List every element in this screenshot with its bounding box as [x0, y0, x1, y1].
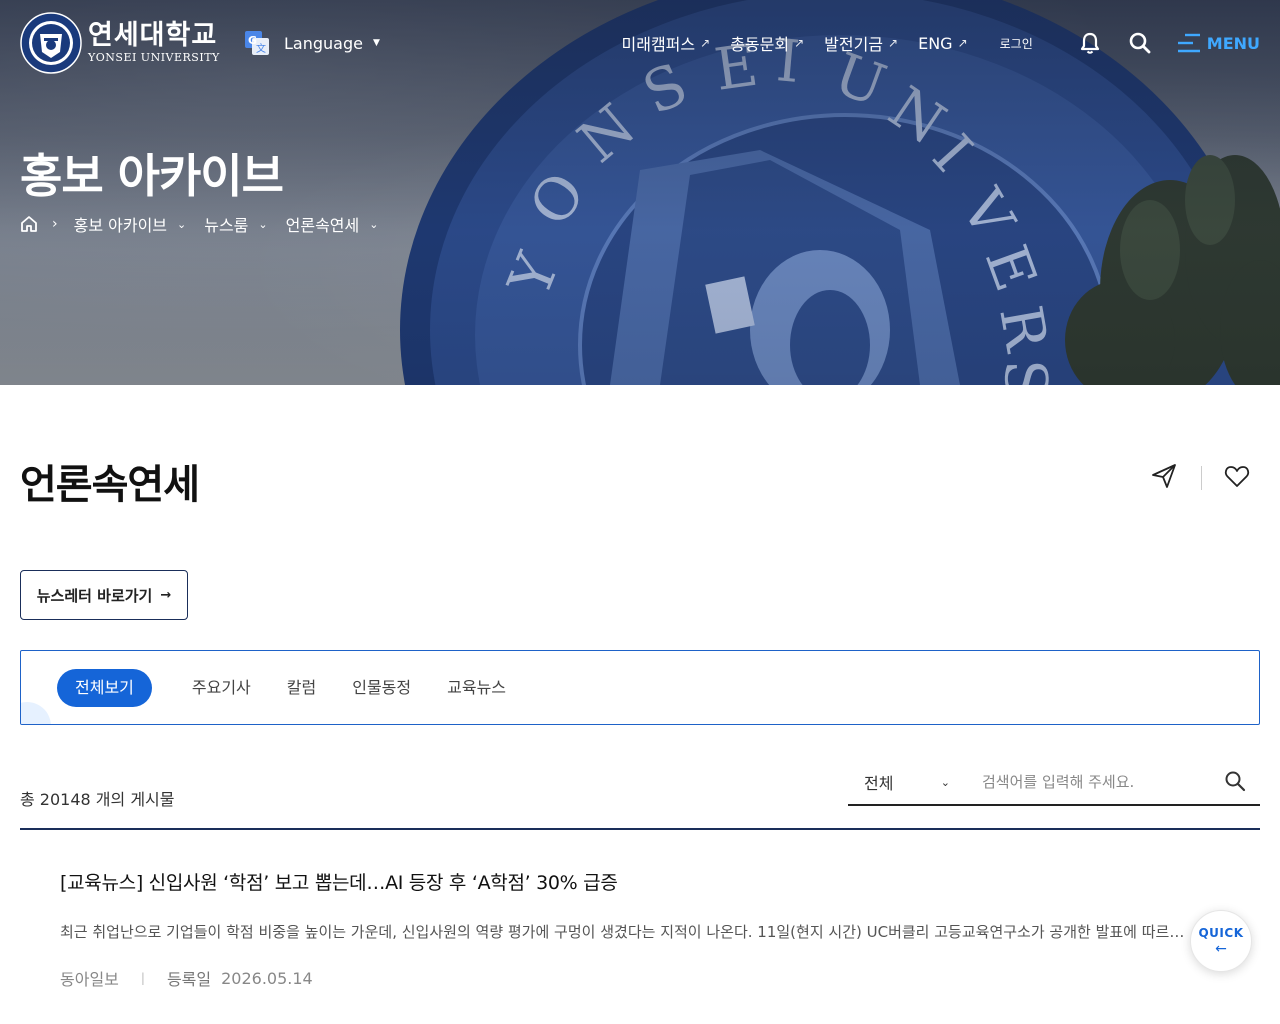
language-selector[interactable]: G 文 Language ▼	[244, 30, 380, 56]
search-category-value: 전체	[864, 774, 894, 793]
search-category-select[interactable]: 전체 ⌄	[848, 760, 968, 806]
quick-menu-button[interactable]: QUICK ←	[1190, 910, 1252, 972]
bell-icon[interactable]	[1077, 30, 1103, 56]
chevron-down-icon: ⌄	[258, 217, 268, 231]
svg-text:文: 文	[256, 42, 266, 55]
breadcrumb-item-archive[interactable]: 홍보 아카이브 ⌄	[74, 212, 187, 236]
tabs-decoration	[21, 702, 51, 724]
post-count: 총 20148 개의 게시물	[20, 790, 175, 809]
chevron-down-icon: ⌄	[177, 217, 187, 231]
page-title: 언론속연세	[20, 462, 200, 508]
nav-link-label: 미래캠퍼스	[621, 35, 696, 54]
category-tabs: 전체보기 주요기사 칼럼 인물동정 교육뉴스	[20, 650, 1260, 725]
nav-link-label: ENG	[918, 33, 953, 53]
site-logo[interactable]: 연세대학교 YONSEI UNIVERSITY	[20, 12, 220, 74]
menu-label: MENU	[1206, 33, 1260, 53]
chevron-down-icon: ⌄	[369, 217, 379, 231]
tab-education-news[interactable]: 교육뉴스	[447, 669, 506, 707]
article-summary: 최근 취업난으로 기업들이 학점 비중을 높이는 가운데, 신입사원의 역량 평…	[60, 923, 1190, 941]
arrow-left-icon: ←	[1215, 940, 1227, 957]
article-date: 2026.05.14	[221, 968, 313, 988]
top-nav: 미래캠퍼스 ↗ 총동문회 ↗ 발전기금 ↗ ENG ↗ 로그인 MENU	[622, 30, 1260, 56]
newsletter-button[interactable]: 뉴스레터 바로가기 →	[20, 570, 188, 620]
site-header: 연세대학교 YONSEI UNIVERSITY G 文 Language ▼ 미…	[0, 0, 1280, 86]
search-icon[interactable]	[1127, 30, 1153, 56]
breadcrumb-label: 홍보 아카이브	[73, 216, 168, 235]
language-label: Language	[284, 33, 363, 53]
search-icon[interactable]	[1224, 770, 1246, 792]
list-top-rule	[20, 828, 1260, 830]
caret-down-icon: ▼	[372, 38, 380, 48]
list-item[interactable]: [교육뉴스] 신입사원 ‘학점’ 보고 뽑는데…AI 등장 후 ‘A학점’ 30…	[60, 868, 1200, 990]
search-box	[968, 760, 1260, 806]
hamburger-icon	[1177, 33, 1200, 53]
quick-label: QUICK	[1198, 925, 1244, 940]
hero-title: 홍보 아카이브	[20, 149, 284, 203]
logo-korean-name: 연세대학교	[88, 20, 218, 51]
nav-link-label: 총동문회	[730, 35, 790, 54]
translate-icon: G 文	[245, 31, 269, 55]
share-icon[interactable]	[1150, 462, 1178, 490]
tab-all[interactable]: 전체보기	[57, 669, 152, 707]
external-link-icon: ↗	[957, 36, 968, 50]
home-icon[interactable]	[20, 215, 38, 233]
nav-link-english[interactable]: ENG ↗	[918, 34, 968, 53]
tab-main-articles[interactable]: 주요기사	[192, 669, 251, 707]
search-input[interactable]	[968, 760, 1218, 804]
external-link-icon: ↗	[794, 36, 805, 50]
article-meta: 동아일보 | 등록일 2026.05.14	[60, 966, 1200, 990]
breadcrumb-label: 언론속연세	[285, 216, 360, 235]
nav-link-alumni[interactable]: 총동문회 ↗	[730, 31, 804, 55]
article-date-label: 등록일	[166, 970, 212, 989]
tab-people[interactable]: 인물동정	[352, 669, 411, 707]
chevron-right-icon: ›	[52, 216, 58, 232]
article-title[interactable]: [교육뉴스] 신입사원 ‘학점’ 보고 뽑는데…AI 등장 후 ‘A학점’ 30…	[60, 868, 1200, 895]
toolbar-divider	[1201, 466, 1202, 490]
nav-link-label: 발전기금	[824, 35, 884, 54]
breadcrumb-item-newsroom[interactable]: 뉴스룸 ⌄	[204, 212, 267, 236]
external-link-icon: ↗	[888, 36, 899, 50]
heart-icon[interactable]	[1223, 462, 1251, 490]
meta-divider: |	[140, 971, 145, 985]
nav-link-future-campus[interactable]: 미래캠퍼스 ↗	[622, 31, 711, 55]
breadcrumb-label: 뉴스룸	[204, 216, 249, 235]
menu-button[interactable]: MENU	[1177, 33, 1260, 53]
newsletter-label: 뉴스레터 바로가기	[36, 586, 153, 605]
nav-link-development-fund[interactable]: 발전기금 ↗	[824, 31, 898, 55]
login-link[interactable]: 로그인	[1000, 35, 1033, 52]
arrow-right-icon: →	[160, 587, 172, 603]
logo-english-name: YONSEI UNIVERSITY	[88, 51, 220, 64]
breadcrumb: › 홍보 아카이브 ⌄ 뉴스룸 ⌄ 언론속연세 ⌄	[20, 212, 396, 236]
chevron-down-icon: ⌄	[940, 775, 950, 789]
external-link-icon: ↗	[700, 36, 711, 50]
tab-column[interactable]: 칼럼	[287, 669, 316, 707]
breadcrumb-item-press[interactable]: 언론속연세 ⌄	[286, 212, 379, 236]
article-source: 동아일보	[60, 970, 119, 989]
yonsei-emblem-icon	[20, 12, 82, 74]
